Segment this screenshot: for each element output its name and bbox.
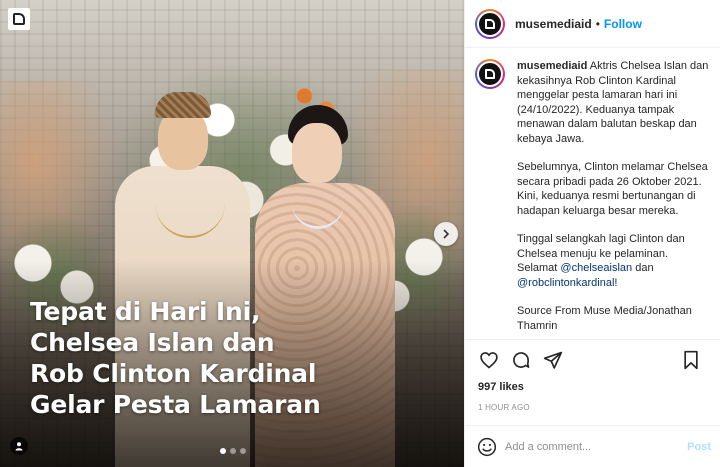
carousel-dot <box>220 448 226 454</box>
carousel-next-button[interactable] <box>434 222 458 246</box>
caption-paragraph: Source From Muse Media/Jonathan Thamrin <box>517 305 692 332</box>
comment-bar: Post <box>465 425 720 467</box>
share-button[interactable] <box>541 348 565 372</box>
avatar-image <box>477 10 503 37</box>
carousel-dot <box>230 448 236 454</box>
header-separator: • <box>595 16 600 31</box>
caption-text: musemediaid Aktris Chelsea Islan dan kek… <box>517 59 711 339</box>
caption-body: Aktris Chelsea Islan dan kekasihnya Rob … <box>517 60 709 145</box>
post-header: musemediaid • Follow <box>465 0 720 48</box>
headline-line: Rob Clinton Kardinal <box>30 359 317 388</box>
headline-line: Gelar Pesta Lamaran <box>30 390 321 419</box>
heart-icon <box>480 351 498 369</box>
likes-count[interactable]: 997 likes <box>478 381 524 393</box>
save-button[interactable] <box>679 348 703 372</box>
post-timestamp[interactable]: 1 HOUR AGO <box>478 403 530 412</box>
follow-button[interactable]: Follow <box>604 17 642 31</box>
action-bar <box>465 339 720 379</box>
carousel-dot <box>240 448 246 454</box>
bride-face <box>292 123 342 183</box>
caption-avatar[interactable] <box>475 59 505 89</box>
user-tag-button[interactable] <box>10 437 28 455</box>
avatar-image <box>477 61 503 87</box>
post-headline: Tepat di Hari Ini, Chelsea Islan dan Rob… <box>30 296 450 420</box>
user-tag-icon <box>15 442 23 451</box>
mention-link[interactable]: @robclintonkardinal <box>517 277 614 289</box>
caption-username[interactable]: musemediaid <box>517 60 587 72</box>
comment-icon <box>513 351 530 368</box>
caption-body: Selamat <box>517 262 558 274</box>
comment-button[interactable] <box>509 348 533 372</box>
header-username[interactable]: musemediaid <box>515 17 592 31</box>
carousel-indicator <box>220 448 246 454</box>
post-media[interactable]: Tepat di Hari Ini, Chelsea Islan dan Rob… <box>0 0 464 467</box>
caption-row: musemediaid Aktris Chelsea Islan dan kek… <box>475 59 711 339</box>
avatar[interactable] <box>475 8 505 39</box>
caption-body: ! <box>614 276 618 289</box>
bookmark-icon <box>684 350 698 370</box>
groom-blangkon <box>155 92 211 118</box>
muse-logo-icon <box>8 8 30 30</box>
headline-line: Tepat di Hari Ini, <box>30 297 261 326</box>
caption-paragraph: Sebelumnya, Clinton melamar Chelsea seca… <box>517 161 708 217</box>
comment-input[interactable] <box>505 440 675 453</box>
caption-paragraph: musemediaid Aktris Chelsea Islan dan kek… <box>517 59 711 146</box>
caption-body: dan <box>635 262 654 274</box>
headline-line: Chelsea Islan dan <box>30 328 275 357</box>
post-comment-button[interactable]: Post <box>687 441 711 453</box>
caption-paragraph: Tinggal selangkah lagi Clinton dan Chels… <box>517 232 711 290</box>
caption-area[interactable]: musemediaid Aktris Chelsea Islan dan kek… <box>465 49 720 339</box>
share-icon <box>543 351 563 369</box>
caption-body: Tinggal selangkah lagi Clinton dan Chels… <box>517 233 685 260</box>
emoji-icon[interactable] <box>477 437 497 457</box>
like-button[interactable] <box>477 348 501 372</box>
post-side-panel: musemediaid • Follow musemediaid Aktris … <box>464 0 720 467</box>
mention-link[interactable]: @chelseaislan <box>560 262 632 274</box>
chevron-right-icon <box>443 229 450 239</box>
